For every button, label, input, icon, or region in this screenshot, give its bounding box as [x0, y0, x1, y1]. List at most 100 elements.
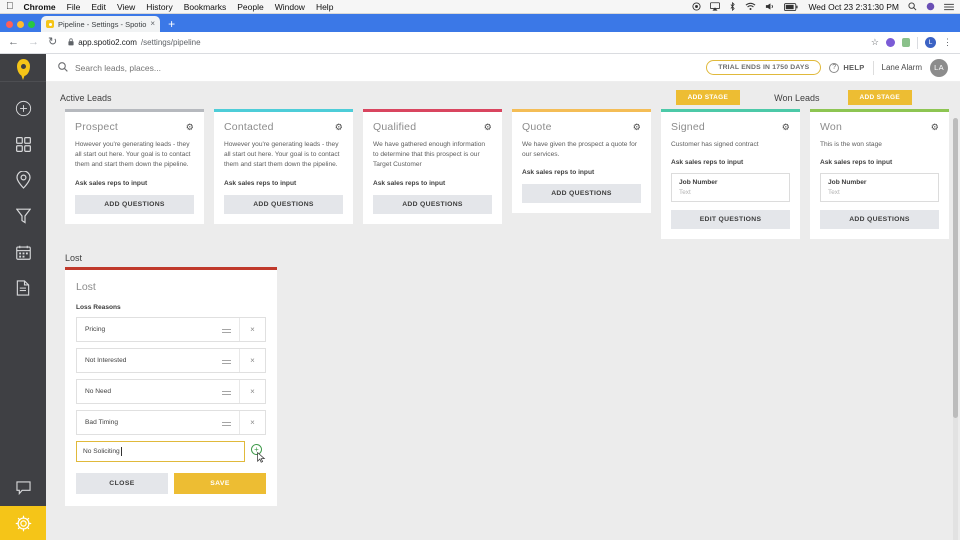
stage-card[interactable]: Qualified ⚙ We have gathered enough info… [363, 109, 502, 224]
sidebar-item-settings[interactable] [0, 506, 46, 540]
sidebar-item-grid[interactable] [0, 126, 46, 162]
stage-card[interactable]: Signed ⚙ Customer has signed contract As… [661, 109, 800, 240]
stage-description: However you're generating leads - they a… [75, 141, 191, 169]
sidebar-item-chat[interactable] [0, 470, 46, 506]
record-icon[interactable] [692, 2, 701, 11]
won-leads-title: Won Leads [774, 92, 820, 103]
new-reason-input[interactable]: No Soliciting [76, 441, 245, 463]
maximize-window-button[interactable] [28, 21, 35, 28]
save-button[interactable]: SAVE [174, 473, 266, 495]
address-bar[interactable]: app.spotio2.com/settings/pipeline [68, 35, 862, 50]
control-center-icon[interactable] [944, 3, 954, 11]
volume-icon[interactable] [765, 2, 775, 11]
bluetooth-icon[interactable] [729, 2, 736, 11]
question-circle-icon: ? [829, 62, 840, 73]
question-field[interactable]: Job Number Text [671, 173, 790, 203]
drag-handle-icon[interactable] [213, 329, 239, 331]
airplay-icon[interactable] [710, 2, 721, 11]
add-stage-button-active[interactable]: ADD STAGE [675, 90, 741, 105]
scrollbar-thumb[interactable] [953, 118, 958, 418]
sidebar-item-filter[interactable] [0, 198, 46, 234]
lost-section: Lost Loss Reasons Pricing × Not Interest… [46, 267, 960, 507]
chrome-menu-icon[interactable]: ⋮ [943, 38, 952, 47]
gear-icon[interactable]: ⚙ [484, 122, 492, 132]
vertical-scrollbar[interactable] [953, 118, 958, 540]
edit-questions-button[interactable]: EDIT QUESTIONS [671, 210, 790, 230]
remove-reason-icon[interactable]: × [239, 411, 265, 435]
menu-view[interactable]: View [117, 2, 135, 12]
new-reason-value: No Soliciting [83, 448, 120, 456]
add-reason-button[interactable]: + [251, 444, 266, 463]
gear-icon[interactable]: ⚙ [186, 122, 194, 132]
browser-tab[interactable]: Pipeline - Settings - Spotio × [41, 16, 161, 32]
add-questions-button[interactable]: ADD QUESTIONS [75, 194, 194, 214]
loss-reason-row[interactable]: Pricing × [76, 317, 266, 343]
menu-file[interactable]: File [67, 2, 81, 12]
drag-handle-icon[interactable] [213, 391, 239, 393]
menu-edit[interactable]: Edit [91, 2, 106, 12]
remove-reason-icon[interactable]: × [239, 318, 265, 342]
question-field[interactable]: Job Number Text [820, 173, 939, 203]
avatar[interactable]: LA [930, 58, 948, 77]
minimize-window-button[interactable] [17, 21, 24, 28]
wifi-icon[interactable] [745, 2, 756, 11]
close-button[interactable]: CLOSE [76, 473, 168, 495]
loss-reason-row[interactable]: Not Interested × [76, 348, 266, 374]
loss-reason-row[interactable]: No Need × [76, 379, 266, 405]
gear-icon[interactable]: ⚙ [931, 122, 939, 132]
window-controls[interactable] [6, 21, 41, 32]
lost-card-title: Lost [76, 281, 96, 294]
reload-icon[interactable]: ↻ [48, 37, 57, 48]
spotio-logo[interactable] [0, 54, 46, 82]
stage-card[interactable]: Quote ⚙ We have given the prospect a quo… [512, 109, 651, 214]
sidebar-item-add[interactable] [0, 90, 46, 126]
stage-card[interactable]: Won ⚙ This is the won stage Ask sales re… [810, 109, 949, 240]
remove-reason-icon[interactable]: × [239, 349, 265, 373]
menu-window[interactable]: Window [275, 2, 305, 12]
search-area[interactable] [58, 61, 698, 74]
sidebar-item-document[interactable] [0, 270, 46, 306]
battery-icon[interactable] [784, 2, 798, 11]
stage-title: Prospect [75, 121, 119, 133]
loss-reason-row[interactable]: Bad Timing × [76, 410, 266, 436]
menu-chrome[interactable]: Chrome [24, 2, 56, 12]
sidebar-item-calendar[interactable] [0, 234, 46, 270]
stage-header: Qualified ⚙ [373, 121, 492, 133]
extension-purple-icon[interactable] [886, 38, 895, 47]
profile-avatar[interactable]: L [925, 37, 936, 48]
text-caret [120, 447, 122, 457]
drag-handle-icon[interactable] [213, 360, 239, 362]
search-icon[interactable] [908, 2, 917, 11]
apple-icon[interactable]:  [6, 1, 14, 12]
menu-history[interactable]: History [146, 2, 172, 12]
close-tab-icon[interactable]: × [150, 20, 155, 28]
user-name: Lane Alarm [881, 63, 922, 72]
add-questions-button[interactable]: ADD QUESTIONS [224, 194, 343, 214]
add-stage-button-won[interactable]: ADD STAGE [847, 90, 912, 105]
menu-help[interactable]: Help [316, 2, 333, 12]
stage-card[interactable]: Prospect ⚙ However you're generating lea… [65, 109, 204, 224]
back-icon[interactable]: ← [8, 37, 19, 48]
close-window-button[interactable] [6, 21, 13, 28]
drag-handle-icon[interactable] [213, 422, 239, 424]
gear-icon[interactable]: ⚙ [782, 122, 790, 132]
loss-reason-text: No Need [85, 388, 112, 396]
siri-icon[interactable] [926, 2, 935, 11]
bookmark-star-icon[interactable]: ☆ [871, 38, 879, 47]
gear-icon[interactable]: ⚙ [335, 122, 343, 132]
menu-bookmarks[interactable]: Bookmarks [184, 2, 227, 12]
ask-label: Ask sales reps to input [820, 159, 893, 167]
sidebar-item-map[interactable] [0, 162, 46, 198]
add-questions-button[interactable]: ADD QUESTIONS [522, 184, 641, 204]
stage-card[interactable]: Contacted ⚙ However you're generating le… [214, 109, 353, 224]
search-input[interactable] [75, 62, 255, 73]
gear-icon[interactable]: ⚙ [633, 122, 641, 132]
remove-reason-icon[interactable]: × [239, 380, 265, 404]
forward-icon[interactable]: → [28, 37, 39, 48]
help-button[interactable]: ? HELP [829, 62, 864, 73]
add-questions-button[interactable]: ADD QUESTIONS [373, 194, 492, 214]
extension-green-icon[interactable] [902, 38, 910, 47]
add-questions-button[interactable]: ADD QUESTIONS [820, 210, 939, 230]
menu-people[interactable]: People [237, 2, 263, 12]
new-tab-button[interactable]: + [168, 18, 175, 32]
